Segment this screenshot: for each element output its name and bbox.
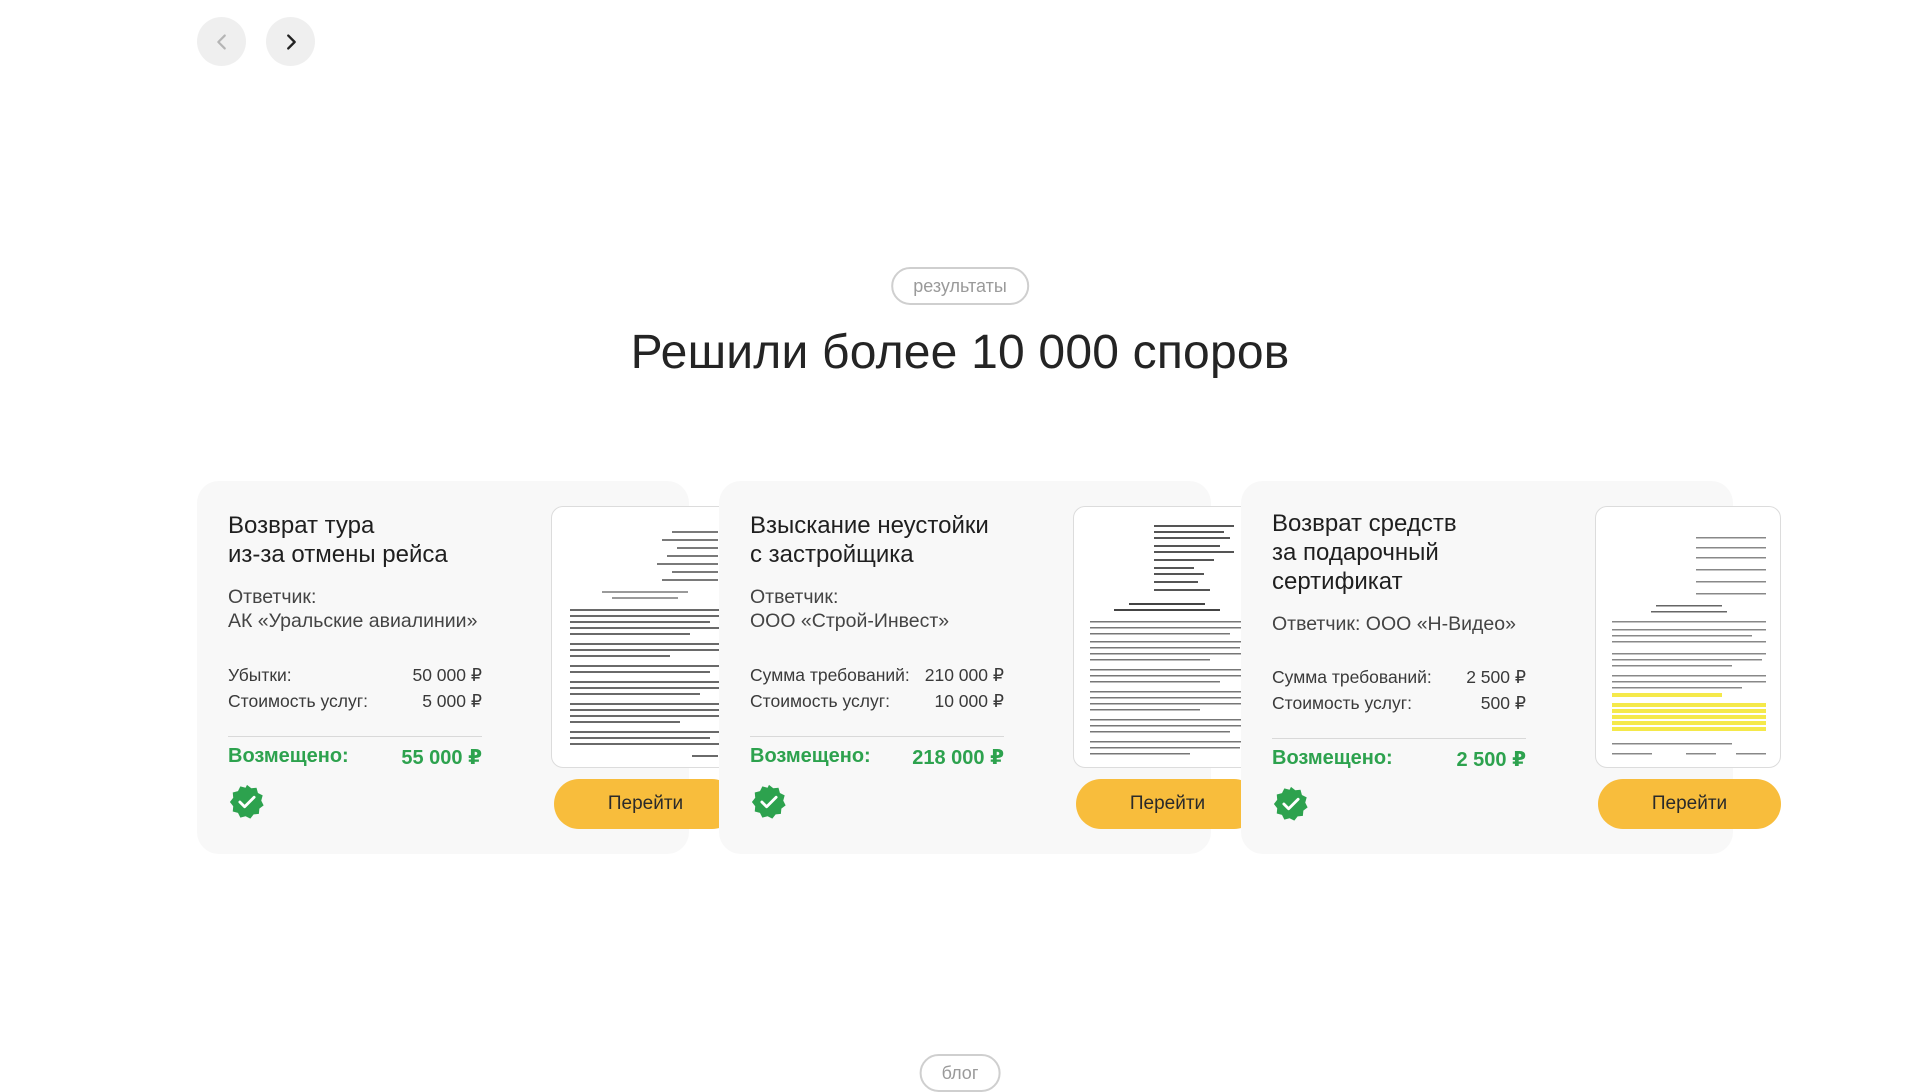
figure-row: Стоимость услуг: 5 000 ₽ [228,691,482,711]
case-title: Взыскание неустойки с застройщика [750,512,989,568]
case-recovered: Возмещено: 218 000 ₽ [750,745,1004,769]
document-preview[interactable] [551,506,737,768]
case-respondent: Ответчик: АК «Уральские авиалинии» [228,586,478,632]
case-figures: Сумма требований: 2 500 ₽ Стоимость услу… [1272,664,1526,716]
figure-row: Убытки: 50 000 ₽ [228,665,482,685]
document-preview[interactable] [1073,506,1259,768]
divider [750,736,1004,737]
case-respondent: Ответчик: ООО «Н-Видео» [1272,613,1516,635]
case-card: Возврат тура из-за отмены рейса Ответчик… [197,481,737,854]
case-title: Возврат тура из-за отмены рейса [228,512,448,568]
verified-badge-icon [229,784,264,819]
case-figures: Сумма требований: 210 000 ₽ Стоимость ус… [750,662,1004,714]
carousel-nav [197,17,315,66]
chevron-left-icon [216,33,226,50]
section-title: Решили более 10 000 споров [630,326,1290,379]
carousel-next-button[interactable] [266,17,315,66]
verified-badge-icon [751,784,786,819]
case-card: Возврат средств за подарочный сертификат… [1241,481,1781,854]
divider [1272,738,1526,739]
carousel-prev-button[interactable] [197,17,246,66]
verified-badge-icon [1273,786,1308,821]
go-button[interactable]: Перейти [1076,779,1259,829]
document-thumbnail [1612,537,1766,755]
go-button[interactable]: Перейти [554,779,737,829]
case-recovered: Возмещено: 2 500 ₽ [1272,747,1526,771]
figure-row: Сумма требований: 2 500 ₽ [1272,667,1526,687]
document-thumbnail [1090,525,1244,755]
case-recovered: Возмещено: 55 000 ₽ [228,745,482,769]
divider [228,736,482,737]
figure-row: Сумма требований: 210 000 ₽ [750,665,1004,685]
figure-row: Стоимость услуг: 500 ₽ [1272,693,1526,713]
case-card: Взыскание неустойки с застройщика Ответч… [719,481,1259,854]
figure-row: Стоимость услуг: 10 000 ₽ [750,691,1004,711]
section-tag-results[interactable]: результаты [891,267,1029,305]
case-respondent: Ответчик: ООО «Строй-Инвест» [750,586,950,632]
case-title: Возврат средств за подарочный сертификат [1272,510,1457,595]
case-figures: Убытки: 50 000 ₽ Стоимость услуг: 5 000 … [228,662,482,714]
document-thumbnail [570,531,720,757]
cases-list: Возврат тура из-за отмены рейса Ответчик… [197,481,1781,854]
section-tag-blog[interactable]: блог [919,1054,1001,1092]
chevron-right-icon [286,33,296,50]
document-preview[interactable] [1595,506,1781,768]
go-button[interactable]: Перейти [1598,779,1781,829]
